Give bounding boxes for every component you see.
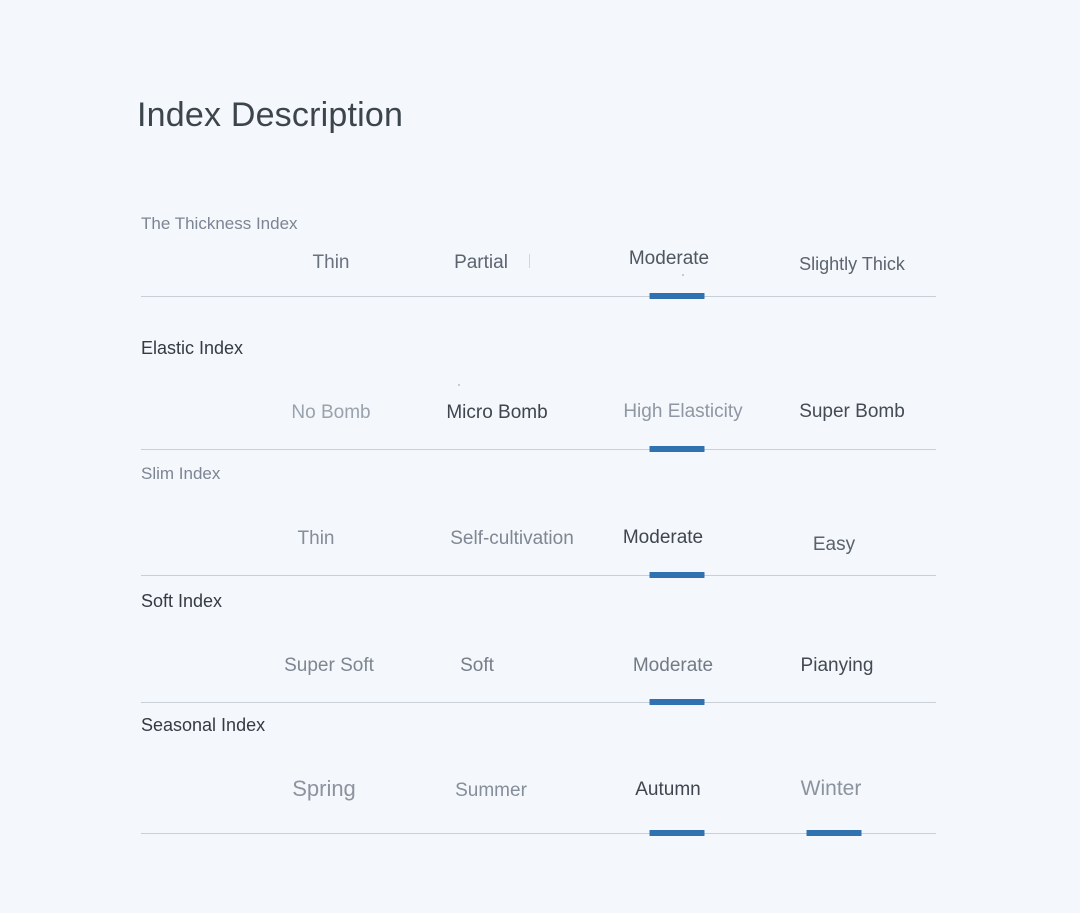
scale-option[interactable]: Autumn: [635, 779, 700, 801]
scale-marker: [649, 699, 705, 705]
scale-option[interactable]: Soft: [460, 655, 494, 677]
scale-option[interactable]: High Elasticity: [623, 401, 742, 423]
index-row-label: Slim Index: [141, 464, 221, 483]
dot-artifact-icon: [682, 274, 684, 276]
scale-option[interactable]: Super Soft: [284, 655, 374, 677]
scale-track: [141, 575, 936, 576]
index-scale[interactable]: Super Soft Soft Moderate Pianying: [141, 619, 936, 705]
scale-option[interactable]: Thin: [298, 528, 335, 550]
scale-option[interactable]: Winter: [801, 777, 862, 801]
scale-track: [141, 702, 936, 703]
index-row-label: The Thickness Index: [141, 214, 298, 233]
scale-option[interactable]: Super Bomb: [799, 401, 905, 423]
scale-track: [141, 449, 936, 450]
scale-marker: [649, 830, 705, 836]
scale-option[interactable]: Self-cultivation: [450, 528, 574, 550]
scale-option[interactable]: Partial: [454, 252, 508, 274]
scale-option[interactable]: Easy: [813, 534, 855, 556]
scale-option[interactable]: No Bomb: [291, 402, 370, 424]
tick-artifact-icon: [529, 254, 530, 268]
scale-option[interactable]: Spring: [292, 776, 356, 802]
index-row-label: Elastic Index: [141, 338, 244, 358]
scale-option[interactable]: Moderate: [623, 527, 703, 549]
page-title: Index Description: [137, 96, 404, 134]
scale-marker: [649, 572, 705, 578]
index-row-label: Soft Index: [141, 591, 223, 611]
scale-option[interactable]: Moderate: [629, 248, 709, 270]
scale-option[interactable]: Slightly Thick: [799, 254, 905, 275]
scale-marker: [806, 830, 862, 836]
scale-option[interactable]: Pianying: [801, 655, 874, 677]
scale-option[interactable]: Thin: [313, 252, 350, 274]
scale-track: [141, 296, 936, 297]
index-scale[interactable]: Thin Self-cultivation Moderate Easy: [141, 492, 936, 578]
index-description-page: Index Description The Thickness Index Th…: [0, 0, 1080, 913]
scale-option[interactable]: Micro Bomb: [446, 402, 547, 424]
dot-artifact-icon: [458, 384, 460, 386]
scale-marker: [649, 293, 705, 299]
index-scale[interactable]: Spring Summer Autumn Winter: [141, 743, 936, 836]
index-scale[interactable]: No Bomb Micro Bomb High Elasticity Super…: [141, 366, 936, 452]
index-scale[interactable]: Thin Partial Moderate Slightly Thick: [141, 242, 936, 306]
index-row-label: Seasonal Index: [141, 715, 266, 735]
scale-option[interactable]: Moderate: [633, 655, 713, 677]
scale-marker: [649, 446, 705, 452]
scale-option[interactable]: Summer: [455, 780, 527, 802]
